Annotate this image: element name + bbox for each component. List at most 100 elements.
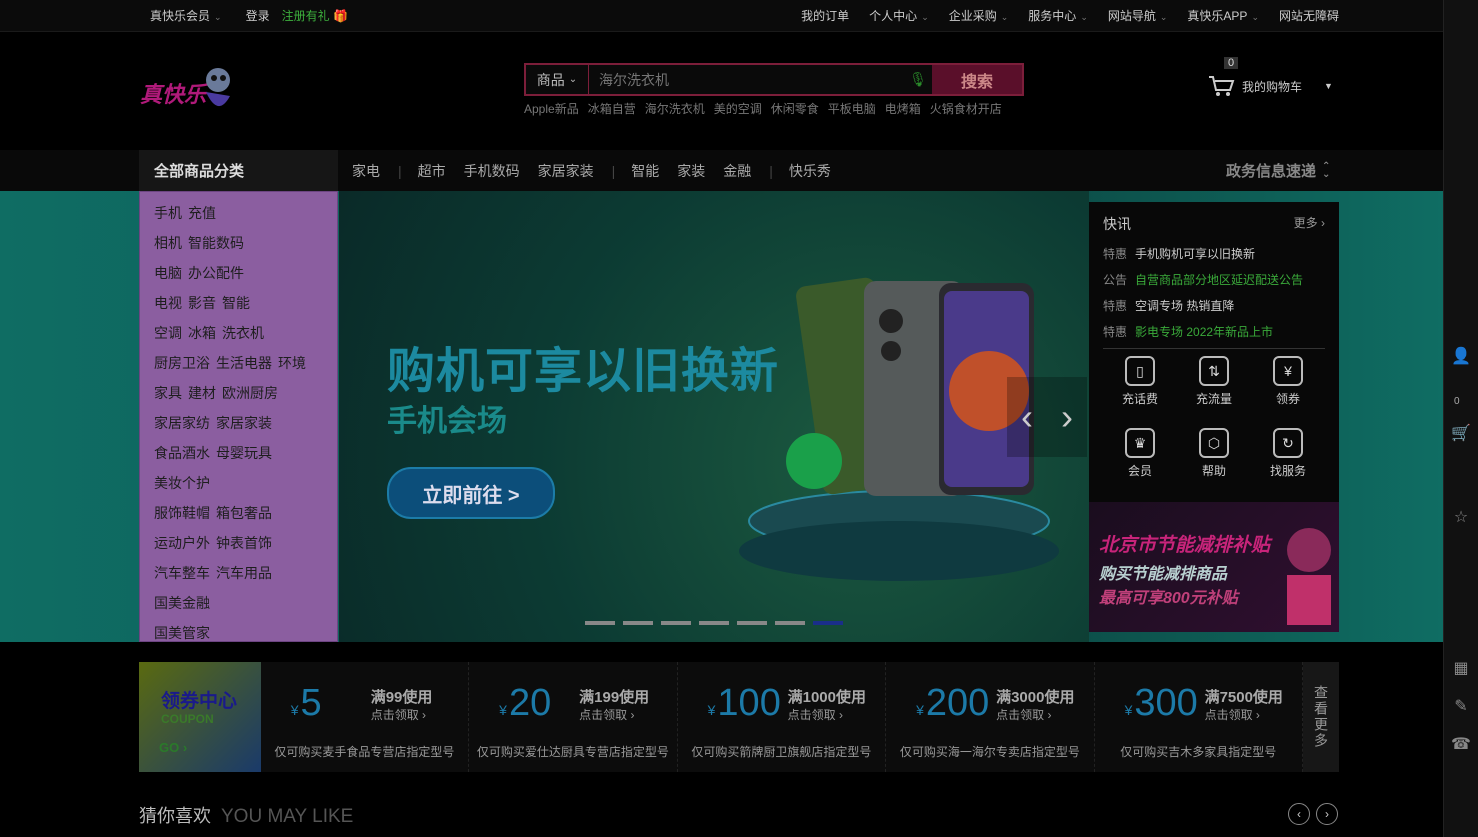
- top-link[interactable]: 企业采购 ⌄: [949, 7, 1009, 24]
- top-link[interactable]: 网站无障碍: [1279, 7, 1339, 24]
- news-item[interactable]: 公告 自营商品部分地区延迟配送公告: [1103, 266, 1325, 292]
- category-link[interactable]: 手机: [154, 203, 182, 223]
- coupon-card[interactable]: ¥5 满99使用 点击领取 › 仅可购买麦手食品专营店指定型号: [261, 662, 470, 772]
- nav-item[interactable]: 家电: [352, 161, 380, 181]
- category-row[interactable]: 国美管家: [140, 618, 337, 648]
- category-row[interactable]: 家具 建材 欧洲厨房: [140, 378, 337, 408]
- coupon-card[interactable]: ¥20 满199使用 点击领取 › 仅可购买爱仕达厨具专营店指定型号: [469, 662, 678, 772]
- top-link[interactable]: 服务中心 ⌄: [1028, 7, 1088, 24]
- category-link[interactable]: 美妆个护: [154, 473, 210, 493]
- category-link[interactable]: 母婴玩具: [216, 443, 272, 463]
- category-link[interactable]: 办公配件: [188, 263, 244, 283]
- category-row[interactable]: 空调 冰箱 洗衣机: [140, 318, 337, 348]
- coupon-card[interactable]: ¥300 满7500使用 点击领取 › 仅可购买吉木多家具指定型号: [1095, 662, 1304, 772]
- hot-word-link[interactable]: 休闲零食: [771, 100, 819, 117]
- category-link[interactable]: 服饰鞋帽: [154, 503, 210, 523]
- news-item[interactable]: 特惠 影电专场 2022年新品上市: [1103, 318, 1325, 344]
- category-link[interactable]: 国美金融: [154, 593, 210, 613]
- category-link[interactable]: 充值: [188, 203, 216, 223]
- nav-item[interactable]: 快乐秀: [789, 161, 831, 181]
- category-link[interactable]: 家居家装: [216, 413, 272, 433]
- member-link[interactable]: 真快乐会员 ⌄: [150, 7, 222, 24]
- coupon-claim-link[interactable]: 点击领取 ›: [579, 706, 634, 723]
- category-link[interactable]: 汽车整车: [154, 563, 210, 583]
- carousel-dot[interactable]: [813, 621, 843, 625]
- top-link[interactable]: 我的订单: [801, 7, 849, 24]
- service-item[interactable]: ¥ 领券: [1251, 356, 1325, 420]
- banner-next-arrow[interactable]: ›: [1047, 377, 1087, 457]
- category-link[interactable]: 智能: [222, 293, 250, 313]
- guess-next-button[interactable]: ›: [1316, 803, 1338, 825]
- category-link[interactable]: 影音: [188, 293, 216, 313]
- service-icon[interactable]: ☎: [1448, 731, 1474, 757]
- hot-word-link[interactable]: 火锅食材开店: [930, 100, 1002, 117]
- category-link[interactable]: 冰箱: [188, 323, 216, 343]
- nav-item[interactable]: 家居家装: [538, 161, 594, 181]
- service-item[interactable]: ↻ 找服务: [1251, 428, 1325, 492]
- category-row[interactable]: 食品酒水 母婴玩具: [140, 438, 337, 468]
- site-logo[interactable]: 真快乐: [140, 62, 236, 118]
- register-gift-link[interactable]: 注册有礼 🎁: [282, 7, 348, 24]
- carousel-dot[interactable]: [623, 621, 653, 625]
- category-link[interactable]: 家具: [154, 383, 182, 403]
- search-input[interactable]: [589, 65, 904, 94]
- news-item[interactable]: 特惠 手机购机可享以旧换新: [1103, 240, 1325, 266]
- hot-word-link[interactable]: 平板电脑: [828, 100, 876, 117]
- carousel-dot[interactable]: [699, 621, 729, 625]
- hot-word-link[interactable]: 海尔洗衣机: [645, 100, 705, 117]
- category-row[interactable]: 国美金融: [140, 588, 337, 618]
- category-row[interactable]: 厨房卫浴 生活电器 环境: [140, 348, 337, 378]
- nav-item[interactable]: 手机数码: [464, 161, 520, 181]
- news-more-link[interactable]: 更多 ›: [1294, 214, 1325, 234]
- category-link[interactable]: 欧洲厨房: [222, 383, 278, 403]
- nav-item[interactable]: 金融: [723, 161, 751, 181]
- category-link[interactable]: 环境: [278, 353, 306, 373]
- category-link[interactable]: 相机: [154, 233, 182, 253]
- carousel-dot[interactable]: [737, 621, 767, 625]
- category-link[interactable]: 洗衣机: [222, 323, 264, 343]
- banner-carousel[interactable]: 购机可享以旧换新 手机会场 立即前往 > ‹ ›: [339, 191, 1089, 642]
- hot-word-link[interactable]: 电烤箱: [885, 100, 921, 117]
- coupon-center[interactable]: 领券中心 COUPON GO ›: [139, 662, 261, 772]
- category-link[interactable]: 建材: [188, 383, 216, 403]
- category-row[interactable]: 电视 影音 智能: [140, 288, 337, 318]
- star-icon[interactable]: ☆: [1448, 504, 1474, 530]
- subsidy-ad[interactable]: 北京市节能减排补贴 购买节能减排商品 最高可享800元补贴: [1089, 502, 1339, 632]
- top-link[interactable]: 网站导航 ⌄: [1108, 7, 1168, 24]
- top-link[interactable]: 个人中心 ⌄: [869, 7, 929, 24]
- banner-prev-arrow[interactable]: ‹: [1007, 377, 1047, 457]
- cart-button[interactable]: 0 我的购物车 ▼: [1208, 57, 1338, 100]
- all-categories-button[interactable]: 全部商品分类: [139, 150, 338, 191]
- category-row[interactable]: 手机 充值: [140, 198, 337, 228]
- category-row[interactable]: 美妆个护: [140, 468, 337, 498]
- service-item[interactable]: ⇅ 充流量: [1177, 356, 1251, 420]
- category-link[interactable]: 钟表首饰: [216, 533, 272, 553]
- nav-item[interactable]: 超市: [418, 161, 446, 181]
- coupon-card[interactable]: ¥200 满3000使用 点击领取 › 仅可购买海一海尔专卖店指定型号: [886, 662, 1095, 772]
- top-link[interactable]: 真快乐APP ⌄: [1187, 7, 1259, 24]
- category-link[interactable]: 食品酒水: [154, 443, 210, 463]
- category-link[interactable]: 电脑: [154, 263, 182, 283]
- category-link[interactable]: 智能数码: [188, 233, 244, 253]
- service-item[interactable]: ▯ 充话费: [1103, 356, 1177, 420]
- gov-info-link[interactable]: 政务信息速递 ⌃ ⌄: [1226, 150, 1330, 191]
- category-row[interactable]: 家居家纺 家居家装: [140, 408, 337, 438]
- carousel-dot[interactable]: [775, 621, 805, 625]
- banner-cta-button[interactable]: 立即前往 >: [387, 467, 555, 519]
- search-button[interactable]: 搜索: [932, 65, 1022, 94]
- search-category-select[interactable]: 商品 ⌄: [526, 65, 589, 94]
- carousel-dot[interactable]: [585, 621, 615, 625]
- coupon-card[interactable]: ¥100 满1000使用 点击领取 › 仅可购买箭牌厨卫旗舰店指定型号: [678, 662, 887, 772]
- feedback-icon[interactable]: ✎: [1448, 693, 1474, 719]
- coupon-view-more[interactable]: 查看更多: [1303, 662, 1340, 772]
- category-link[interactable]: 家居家纺: [154, 413, 210, 433]
- hot-word-link[interactable]: 冰箱自营: [588, 100, 636, 117]
- category-row[interactable]: 汽车整车 汽车用品: [140, 558, 337, 588]
- category-link[interactable]: 箱包奢品: [216, 503, 272, 523]
- category-link[interactable]: 国美管家: [154, 623, 210, 643]
- cart-icon[interactable]: 🛒: [1448, 420, 1474, 446]
- login-link[interactable]: 登录: [246, 7, 270, 24]
- microphone-icon[interactable]: 🎙: [904, 65, 932, 94]
- service-item[interactable]: ♛ 会员: [1103, 428, 1177, 492]
- category-link[interactable]: 运动户外: [154, 533, 210, 553]
